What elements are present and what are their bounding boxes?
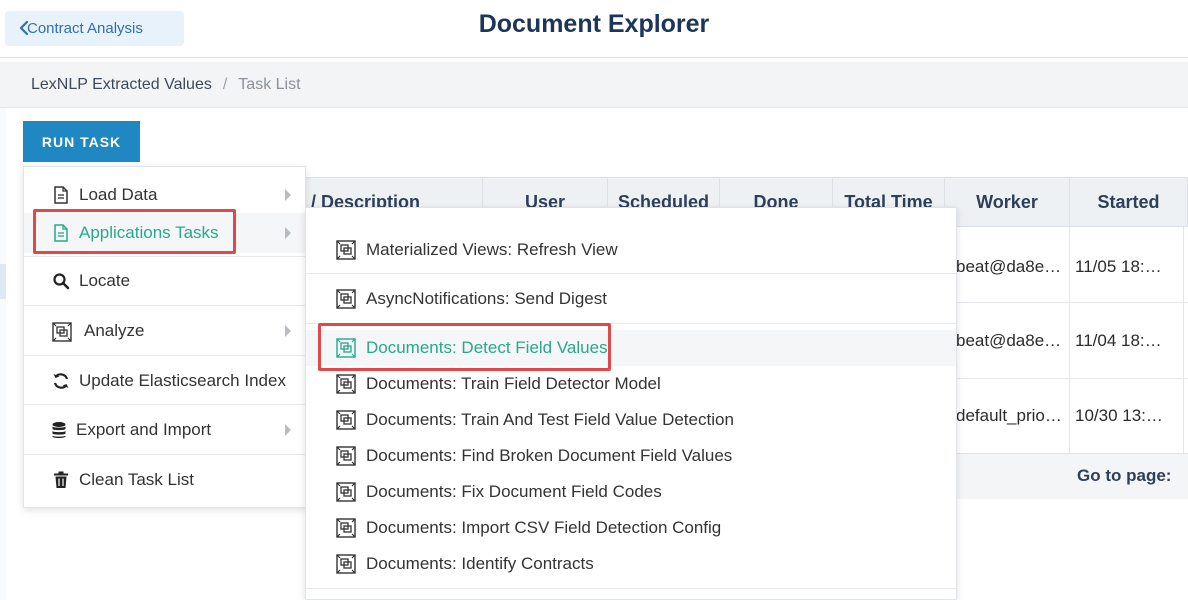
menu-item-analyze[interactable]: Analyze [24, 315, 305, 347]
submenu-item[interactable]: Documents: Identify Contracts [306, 546, 956, 582]
menu-item-label: Export and Import [76, 420, 212, 439]
column-header-worker[interactable]: Worker [944, 177, 1070, 227]
task-icon [336, 446, 356, 466]
menu-item-update-elasticsearch-index[interactable]: Update Elasticsearch Index [24, 365, 305, 397]
header: Contract Analysis Document Explorer [0, 0, 1188, 58]
submenu-item-label: Documents: Find Broken Document Field Va… [366, 446, 733, 465]
chevron-right-icon [285, 227, 291, 239]
highlight-box-detect-field-values [318, 323, 611, 371]
menu-item-label: Update Elasticsearch Index [79, 371, 286, 390]
menu-item-label: Locate [79, 271, 131, 290]
database-icon [52, 422, 66, 438]
menu-item-label: Analyze [84, 321, 145, 340]
submenu-item-label: Documents: Identify Contracts [366, 554, 594, 573]
task-icon [336, 554, 356, 574]
breadcrumb-link[interactable]: LexNLP Extracted Values [31, 76, 212, 94]
go-to-page-label: Go to page: [1077, 466, 1172, 485]
submenu-item-label: Documents: Fix Document Field Codes [366, 482, 662, 501]
run-task-button[interactable]: RUN TASK [23, 121, 140, 162]
breadcrumb: LexNLP Extracted Values / Task List [0, 62, 1188, 108]
task-icon [336, 374, 356, 394]
task-icon [336, 410, 356, 430]
task-icon [336, 240, 356, 260]
page-title: Document Explorer [478, 10, 710, 38]
submenu-item-label: Documents: Train Field Detector Model [366, 374, 661, 393]
submenu-item[interactable]: Documents: Train Field Detector Model [306, 366, 956, 402]
table-cell-started: 11/04 18:… [1075, 331, 1162, 350]
submenu-item[interactable]: Documents: Fix Document Field Codes [306, 474, 956, 510]
table-cell-started: 11/05 18:… [1075, 257, 1162, 276]
submenu-item-label: Documents: Train And Test Field Value De… [366, 410, 734, 429]
highlight-box-applications-tasks [33, 209, 236, 254]
column-divider [1069, 227, 1070, 453]
menu-item-export-and-import[interactable]: Export and Import [24, 414, 305, 446]
column-divider [1183, 227, 1184, 453]
applications-tasks-submenu: Materialized Views: Refresh View AsyncNo… [305, 207, 957, 600]
chevron-right-icon [285, 424, 291, 436]
table-cell-worker: beat@da8e… [956, 331, 1062, 350]
breadcrumb-separator: / [222, 75, 228, 93]
left-strip [0, 108, 6, 600]
menu-item-label: Clean Task List [79, 470, 194, 489]
submenu-item-label: Documents: Import CSV Field Detection Co… [366, 518, 722, 537]
trash-icon [54, 471, 68, 488]
submenu-item[interactable]: Documents: Import CSV Field Detection Co… [306, 510, 956, 546]
submenu-item[interactable]: Documents: Find Broken Document Field Va… [306, 438, 956, 474]
table-cell-worker: default_prio… [956, 406, 1062, 425]
task-icon [336, 289, 356, 309]
analyze-icon [52, 322, 72, 342]
breadcrumb-current: Task List [238, 75, 301, 93]
menu-item-clean-task-list[interactable]: Clean Task List [24, 464, 305, 496]
refresh-icon [53, 373, 69, 389]
chevron-right-icon [285, 325, 291, 337]
task-icon [336, 518, 356, 538]
submenu-item[interactable]: AsyncNotifications: Send Digest [306, 281, 956, 317]
table-cell-worker: beat@da8e… [956, 257, 1062, 276]
document-icon [54, 186, 68, 204]
menu-item-label: Load Data [79, 185, 158, 204]
table-cell-started: 10/30 13:… [1075, 406, 1163, 425]
column-header-started[interactable]: Started [1069, 177, 1188, 227]
submenu-item[interactable]: Materialized Views: Refresh View [306, 232, 956, 268]
submenu-item-label: AsyncNotifications: Send Digest [366, 289, 607, 308]
submenu-item-label: Materialized Views: Refresh View [366, 240, 618, 259]
submenu-item[interactable]: Documents: Train And Test Field Value De… [306, 402, 956, 438]
chevron-right-icon [285, 189, 291, 201]
search-icon [53, 273, 70, 290]
menu-item-locate[interactable]: Locate [24, 265, 305, 297]
task-icon [336, 482, 356, 502]
menu-item-load-data[interactable]: Load Data [24, 179, 305, 211]
